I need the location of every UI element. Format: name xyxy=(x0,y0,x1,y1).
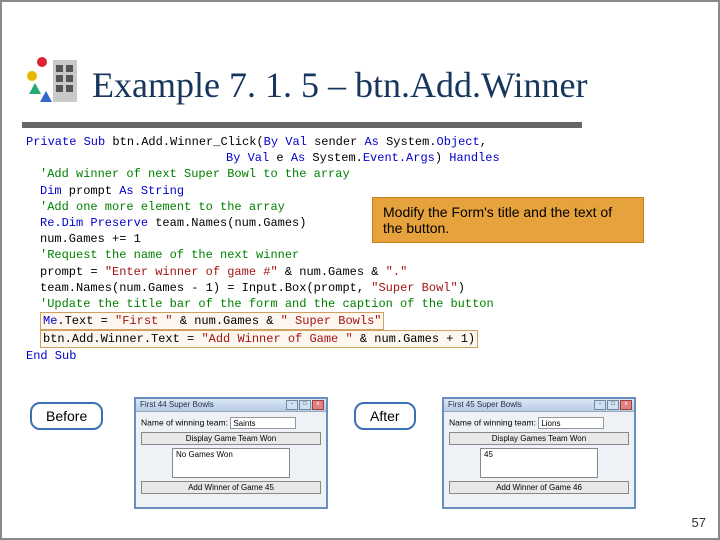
team-input[interactable] xyxy=(230,417,296,429)
callout-annotation: Modify the Form's title and the text of … xyxy=(372,197,644,243)
logo-icon xyxy=(20,52,80,107)
before-label: Before xyxy=(30,402,103,430)
maximize-icon[interactable]: □ xyxy=(607,400,619,410)
window-title: First 45 Super Bowls xyxy=(448,400,522,409)
results-list: No Games Won xyxy=(172,448,290,478)
maximize-icon[interactable]: □ xyxy=(299,400,311,410)
field-label: Name of winning team: xyxy=(449,418,536,428)
close-icon[interactable]: x xyxy=(620,400,632,410)
after-label: After xyxy=(354,402,416,430)
team-input[interactable] xyxy=(538,417,604,429)
minimize-icon[interactable]: - xyxy=(594,400,606,410)
field-label: Name of winning team: xyxy=(141,418,228,428)
display-button[interactable]: Display Games Team Won xyxy=(449,432,629,445)
window-after: First 45 Super Bowls -□x Name of winning… xyxy=(442,397,636,509)
add-winner-button[interactable]: Add Winner of Game 45 xyxy=(141,481,321,494)
minimize-icon[interactable]: - xyxy=(286,400,298,410)
window-title: First 44 Super Bowls xyxy=(140,400,214,409)
close-icon[interactable]: x xyxy=(312,400,324,410)
page-number: 57 xyxy=(692,515,706,530)
code-block: Private Sub btn.Add.Winner_Click(By Val … xyxy=(26,134,606,365)
add-winner-button[interactable]: Add Winner of Game 46 xyxy=(449,481,629,494)
results-list: 45 xyxy=(480,448,598,478)
slide-title: Example 7. 1. 5 – btn.Add.Winner xyxy=(92,64,587,106)
display-button[interactable]: Display Game Team Won xyxy=(141,432,321,445)
title-rule xyxy=(22,122,582,128)
slide: Example 7. 1. 5 – btn.Add.Winner Private… xyxy=(0,0,720,540)
window-before: First 44 Super Bowls -□x Name of winning… xyxy=(134,397,328,509)
